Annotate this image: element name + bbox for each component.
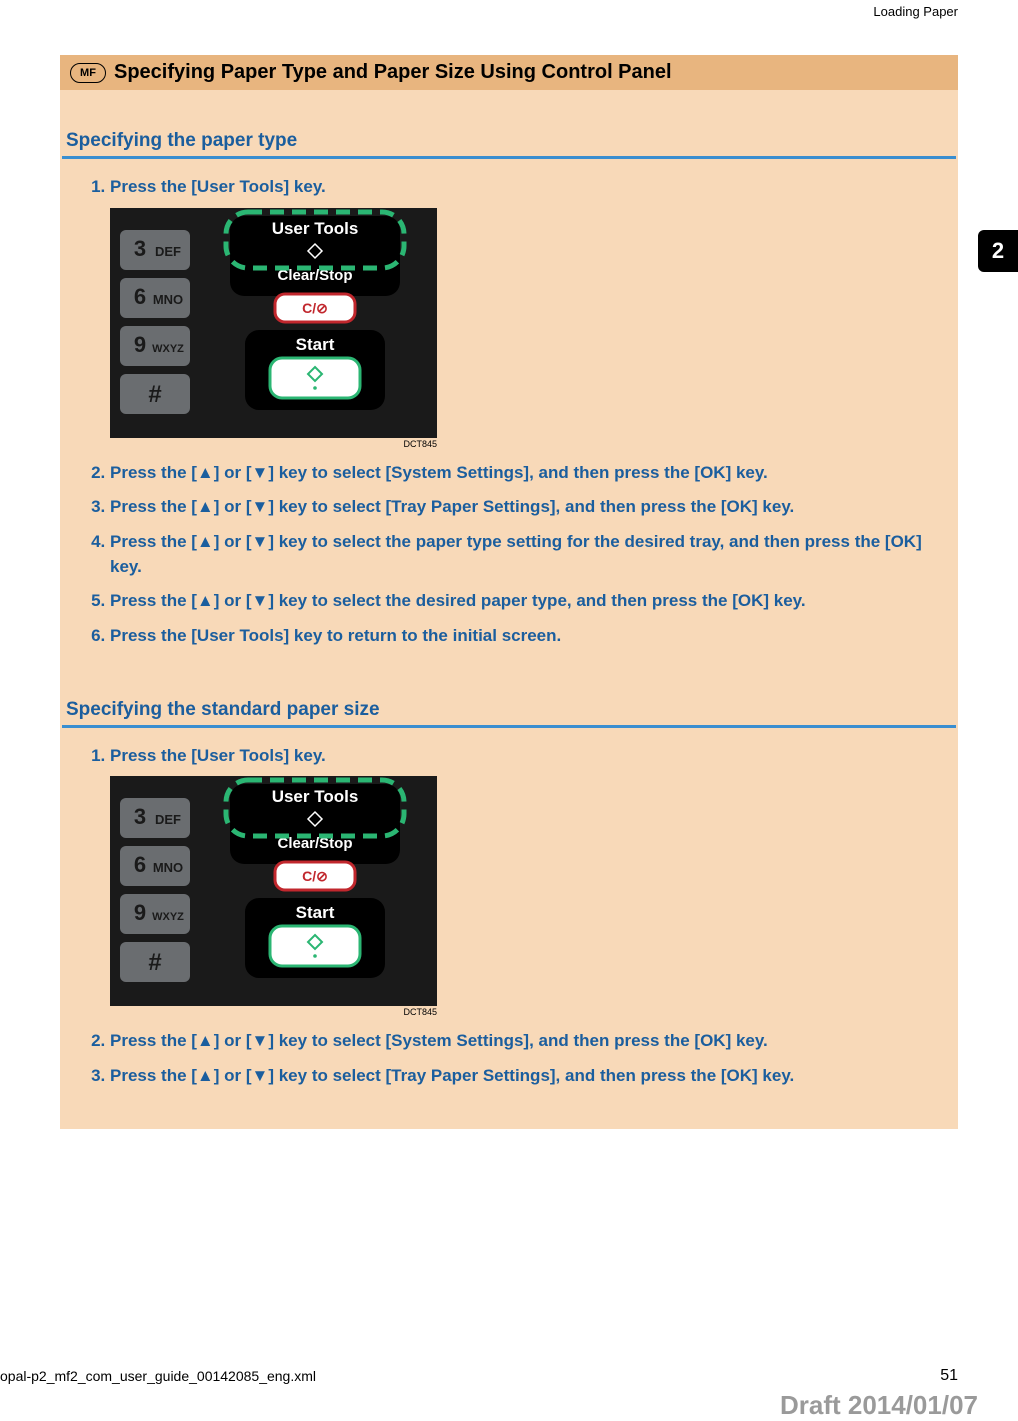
step-item: Press the [▲] or [▼] key to select the d… [110, 589, 938, 614]
section-title-bar: MF Specifying Paper Type and Paper Size … [60, 55, 958, 90]
key-letters: MNO [153, 292, 183, 307]
step-text: Press the [▲] or [▼] key to select [Syst… [110, 1031, 768, 1050]
control-panel-figure: 3 DEF 6 MNO 9 WXYZ # User Tools [110, 776, 938, 1019]
step-item: Press the [▲] or [▼] key to select the p… [110, 530, 938, 579]
key-digit: # [148, 381, 161, 408]
user-tools-label: User Tools [272, 787, 359, 806]
footer-filename: opal-p2_mf2_com_user_guide_00142085_eng.… [0, 1368, 316, 1384]
steps-paper-type: Press the [User Tools] key. 3 DEF 6 MNO [64, 175, 938, 649]
control-panel-illustration: 3 DEF 6 MNO 9 WXYZ # [110, 208, 437, 438]
page-footer: opal-p2_mf2_com_user_guide_00142085_eng.… [0, 1367, 1018, 1385]
key-digit: 3 [134, 804, 146, 829]
draft-stamp: Draft 2014/01/07 [780, 1390, 978, 1421]
control-panel-illustration: 3 DEF 6 MNO 9 WXYZ # User Tools [110, 776, 437, 1006]
step-text: Press the [▲] or [▼] key to select the d… [110, 591, 806, 610]
step-text: Press the [▲] or [▼] key to select [Tray… [110, 1066, 794, 1085]
step-item: Press the [User Tools] key. 3 DEF 6 MNO [110, 175, 938, 451]
subsection-heading-paper-type: Specifying the paper type [62, 90, 956, 159]
step-item: Press the [User Tools] key to return to … [110, 624, 938, 649]
step-item: Press the [▲] or [▼] key to select [Tray… [110, 495, 938, 520]
key-digit: 3 [134, 236, 146, 261]
subsection-heading-paper-size: Specifying the standard paper size [62, 659, 956, 728]
clear-stop-icon: C/⊘ [302, 300, 328, 316]
key-letters: WXYZ [152, 911, 184, 923]
clear-stop-icon: C/⊘ [302, 868, 328, 884]
start-label: Start [296, 903, 335, 922]
key-digit: 6 [134, 852, 146, 877]
main-content: MF Specifying Paper Type and Paper Size … [60, 55, 958, 1129]
key-letters: DEF [155, 812, 181, 827]
step-text: Press the [User Tools] key to return to … [110, 626, 561, 645]
section-title-text: Specifying Paper Type and Paper Size Usi… [114, 61, 672, 84]
key-digit: # [148, 949, 161, 976]
step-text: Press the [▲] or [▼] key to select the p… [110, 532, 922, 576]
key-letters: MNO [153, 860, 183, 875]
user-tools-label: User Tools [272, 219, 359, 238]
figure-code: DCT845 [110, 1006, 437, 1019]
key-letters: WXYZ [152, 343, 184, 355]
step-item: Press the [▲] or [▼] key to select [Syst… [110, 461, 938, 486]
key-digit: 9 [134, 332, 146, 357]
start-label: Start [296, 335, 335, 354]
mf-badge: MF [70, 63, 106, 83]
step-text: Press the [User Tools] key. [110, 746, 326, 765]
key-letters: DEF [155, 244, 181, 259]
step-text: Press the [User Tools] key. [110, 177, 326, 196]
step-item: Press the [▲] or [▼] key to select [Syst… [110, 1029, 938, 1054]
control-panel-figure: 3 DEF 6 MNO 9 WXYZ # [110, 208, 938, 451]
chapter-tab: 2 [978, 230, 1018, 272]
step-item: Press the [▲] or [▼] key to select [Tray… [110, 1064, 938, 1089]
steps-paper-size: Press the [User Tools] key. 3 DEF 6 MNO [64, 744, 938, 1089]
step-text: Press the [▲] or [▼] key to select [Tray… [110, 497, 794, 516]
step-item: Press the [User Tools] key. 3 DEF 6 MNO [110, 744, 938, 1020]
running-head: Loading Paper [0, 0, 1018, 43]
key-digit: 6 [134, 284, 146, 309]
figure-code: DCT845 [110, 438, 437, 451]
key-digit: 9 [134, 900, 146, 925]
footer-page-number: 51 [940, 1367, 958, 1385]
step-text: Press the [▲] or [▼] key to select [Syst… [110, 463, 768, 482]
